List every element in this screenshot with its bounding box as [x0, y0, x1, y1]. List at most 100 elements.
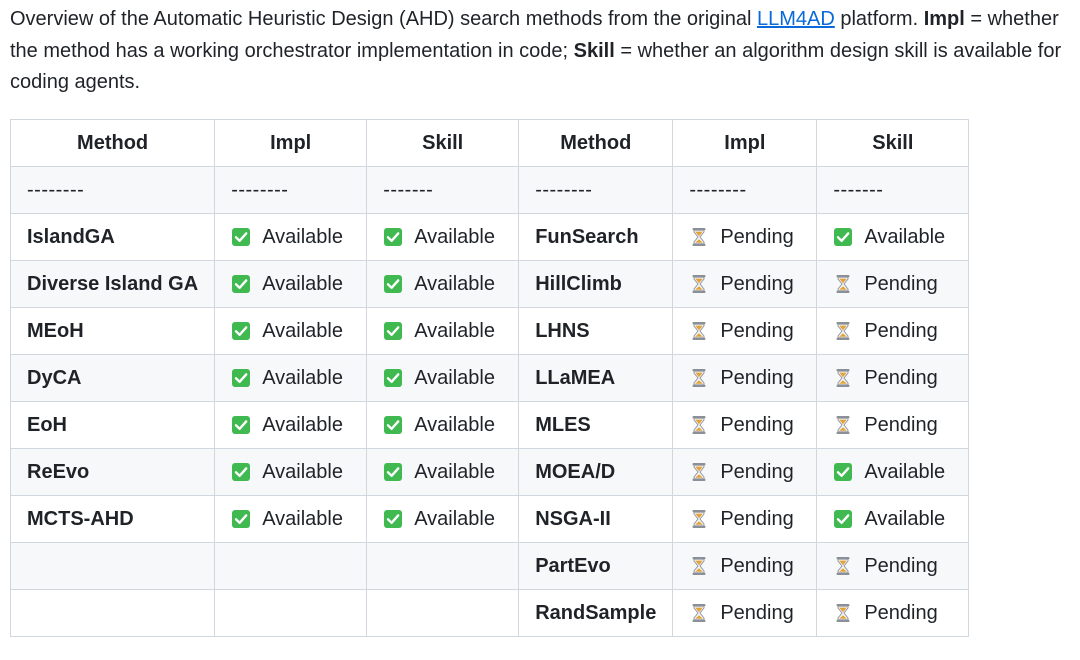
- impl-status-cell: Pending: [672, 495, 818, 543]
- status-label: Available: [262, 319, 343, 342]
- check-icon: [833, 227, 853, 247]
- skill-status-cell: Available: [816, 213, 970, 261]
- status-label: Pending: [720, 507, 794, 530]
- llm4ad-link[interactable]: LLM4AD: [757, 8, 835, 30]
- status-label: Pending: [720, 554, 794, 577]
- check-icon: [383, 415, 403, 435]
- skill-status-cell: Pending: [816, 589, 970, 637]
- column-header-impl: Impl: [214, 119, 368, 167]
- status-label: Available: [414, 319, 495, 342]
- methods-table: Method Impl Skill Method Impl Skill -------- -…: [9, 119, 970, 637]
- method-name-cell: FunSearch: [518, 213, 674, 261]
- status-content: Pending: [689, 414, 800, 437]
- impl-status-cell: Available: [214, 495, 368, 543]
- status-label: Available: [262, 366, 343, 389]
- separator-cell: --------: [672, 166, 818, 214]
- check-icon: [383, 321, 403, 341]
- status-content: Pending: [689, 461, 800, 484]
- status-content: Pending: [833, 367, 952, 390]
- skill-status-cell: Available: [816, 495, 970, 543]
- impl-status-cell: [214, 589, 368, 637]
- status-label: Pending: [720, 366, 794, 389]
- separator-cell: -------: [366, 166, 520, 214]
- impl-status-cell: Pending: [672, 213, 818, 261]
- table-row: RandSample Pending Pending: [9, 589, 970, 637]
- hourglass-icon: [689, 556, 709, 576]
- table-row: EoH Available Available MLES Pending Pending: [9, 401, 970, 449]
- method-name-cell: ReEvo: [9, 448, 216, 496]
- status-label: Pending: [864, 366, 938, 389]
- status-content: Available: [231, 273, 350, 296]
- status-label: Available: [864, 225, 946, 248]
- status-content: Available: [383, 320, 502, 343]
- method-name-cell: RandSample: [518, 589, 674, 637]
- status-content: Pending: [833, 273, 952, 296]
- method-name-cell: [9, 542, 216, 590]
- status-label: Pending: [864, 319, 938, 342]
- skill-status-cell: [366, 589, 520, 637]
- status-content: Pending: [833, 320, 952, 343]
- method-name-cell: MEoH: [9, 307, 216, 355]
- check-icon: [231, 509, 251, 529]
- skill-status-cell: Available: [366, 495, 520, 543]
- table-row: IslandGA Available Available FunSearch Pendi…: [9, 213, 970, 261]
- status-label: Pending: [864, 272, 938, 295]
- caption-text-start: Overview of the Automatic Heuristic Desi…: [10, 8, 757, 30]
- column-header-skill: Skill: [816, 119, 970, 167]
- skill-status-cell: Available: [816, 448, 970, 496]
- hourglass-icon: [689, 227, 709, 247]
- hourglass-icon: [689, 462, 709, 482]
- method-name-cell: HillClimb: [518, 260, 674, 308]
- status-content: Available: [231, 226, 350, 249]
- status-label: Available: [414, 460, 495, 483]
- method-name-cell: LLaMEA: [518, 354, 674, 402]
- skill-status-cell: [366, 542, 520, 590]
- skill-status-cell: Available: [366, 260, 520, 308]
- caption-text-platform: platform.: [834, 8, 924, 30]
- impl-status-cell: Available: [214, 260, 368, 308]
- check-icon: [231, 321, 251, 341]
- status-label: Available: [414, 225, 495, 248]
- impl-status-cell: Available: [214, 401, 368, 449]
- status-content: Available: [383, 226, 502, 249]
- hourglass-icon: [833, 368, 853, 388]
- status-label: Available: [262, 413, 343, 436]
- status-label: Pending: [864, 601, 938, 624]
- status-label: Available: [864, 460, 946, 483]
- table-row: MCTS-AHD Available Available NSGA-II Pending…: [9, 495, 970, 543]
- separator-cell: -------: [816, 166, 970, 214]
- status-content: Pending: [833, 555, 952, 578]
- method-name-cell: [9, 589, 216, 637]
- skill-status-cell: Available: [366, 213, 520, 261]
- hourglass-icon: [689, 321, 709, 341]
- column-header-skill: Skill: [366, 119, 520, 167]
- impl-status-cell: Available: [214, 448, 368, 496]
- status-label: Pending: [720, 225, 794, 248]
- separator-cell: --------: [214, 166, 368, 214]
- status-content: Pending: [689, 226, 800, 249]
- hourglass-icon: [833, 321, 853, 341]
- hourglass-icon: [689, 509, 709, 529]
- skill-status-cell: Pending: [816, 307, 970, 355]
- method-name-cell: MCTS-AHD: [9, 495, 216, 543]
- table-row: PartEvo Pending Pending: [9, 542, 970, 590]
- status-content: Available: [383, 273, 502, 296]
- status-label: Available: [262, 507, 343, 530]
- column-header-method: Method: [9, 119, 216, 167]
- method-name-cell: IslandGA: [9, 213, 216, 261]
- skill-status-cell: Available: [366, 354, 520, 402]
- table-body: -------- -------- ------- -------- -------- -…: [9, 166, 970, 637]
- impl-status-cell: Available: [214, 307, 368, 355]
- status-label: Pending: [864, 413, 938, 436]
- column-header-method: Method: [518, 119, 674, 167]
- status-content: Pending: [689, 555, 800, 578]
- check-icon: [231, 368, 251, 388]
- skill-status-cell: Pending: [816, 401, 970, 449]
- table-row: Diverse Island GA Available Available HillC…: [9, 260, 970, 308]
- status-label: Pending: [720, 460, 794, 483]
- skill-status-cell: Available: [366, 307, 520, 355]
- check-icon: [833, 509, 853, 529]
- status-content: Available: [383, 508, 502, 531]
- status-content: Available: [383, 461, 502, 484]
- skill-status-cell: Pending: [816, 260, 970, 308]
